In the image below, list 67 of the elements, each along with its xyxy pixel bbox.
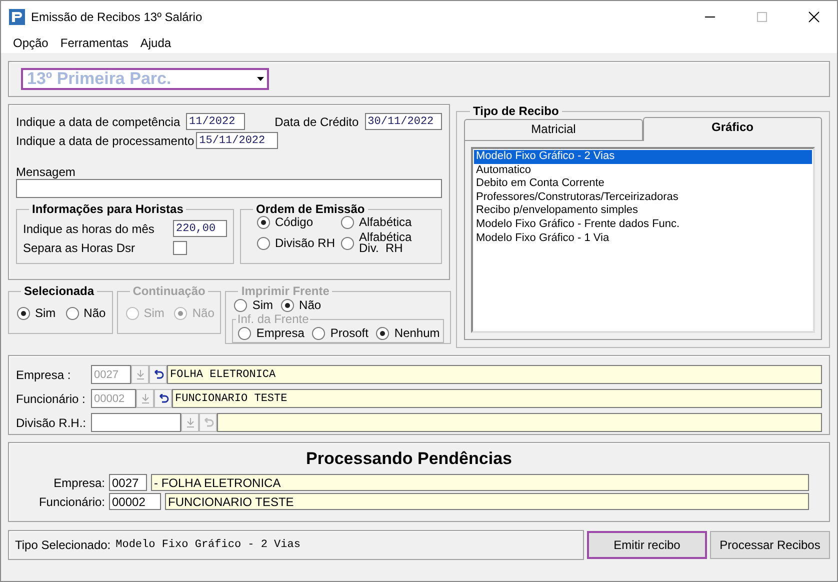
- field-label: Funcionário:: [38, 494, 105, 508]
- tab[interactable]: Gráfico: [643, 117, 822, 141]
- undo-arrow-icon: [202, 418, 214, 428]
- field-label: Indique as horas do mês: [23, 222, 156, 236]
- name-field: - FOLHA ELETRONICA: [151, 474, 809, 491]
- menu-item[interactable]: Ajuda: [140, 36, 172, 50]
- group-title: Continuação: [132, 284, 206, 298]
- field-label: Empresa:: [52, 476, 105, 490]
- name-field[interactable]: FOLHA ELETRONICA: [167, 365, 822, 384]
- action-button[interactable]: Emitir recibo: [587, 531, 707, 559]
- window-title: Emissão de Recibos 13º Salário: [31, 10, 202, 24]
- dropdown-arrow-icon[interactable]: [257, 77, 264, 81]
- field-label: Empresa :: [16, 368, 72, 382]
- group-title: Inf. da Frente: [236, 312, 310, 326]
- field-label: Data de Crédito: [274, 114, 359, 128]
- field-label: Funcionário :: [16, 392, 86, 406]
- code-field: 0027: [109, 474, 147, 491]
- field-label: Mensagem: [16, 165, 76, 179]
- group-title: Selecionada: [23, 284, 96, 298]
- list-item[interactable]: Modelo Fixo Gráfico - 2 Vias: [474, 150, 812, 164]
- radio-option[interactable]: Divisão RH: [257, 236, 341, 250]
- field-label: Separa as Horas Dsr: [23, 241, 136, 255]
- undo-button[interactable]: [149, 365, 167, 384]
- code-field[interactable]: [91, 413, 181, 432]
- list-item[interactable]: Automatico: [474, 164, 812, 178]
- checkbox[interactable]: [173, 241, 187, 255]
- radio-option[interactable]: Não: [66, 306, 106, 320]
- status-value: Modelo Fixo Gráfico - 2 Vias: [116, 539, 300, 551]
- list-item[interactable]: Modelo Fixo Gráfico - Frente dados Func.: [474, 218, 812, 232]
- undo-button[interactable]: [154, 389, 172, 408]
- status-label: Tipo Selecionado:: [15, 538, 111, 552]
- app-logo-icon: [9, 9, 25, 25]
- name-field[interactable]: FUNCIONARIO TESTE: [172, 389, 822, 408]
- date-field[interactable]: 11/2022: [186, 113, 245, 130]
- list-item[interactable]: Professores/Construtoras/Terceirizadoras: [474, 190, 812, 204]
- section-title: Processando Pendências: [306, 449, 512, 469]
- list-item[interactable]: Recibo p/envelopamento simples: [474, 204, 812, 218]
- action-button[interactable]: Processar Recibos: [710, 531, 830, 559]
- field-label: Indique a data de processamento: [16, 134, 194, 148]
- radio-option[interactable]: Código: [257, 216, 341, 229]
- field-label: Indique a data de competência: [16, 114, 182, 128]
- download-arrow-icon: [186, 418, 194, 428]
- download-arrow-icon: [140, 394, 150, 404]
- undo-arrow-icon: [152, 370, 164, 380]
- radio-option[interactable]: Alfabética: [341, 216, 431, 229]
- menu-item[interactable]: Opção: [13, 36, 48, 50]
- date-field[interactable]: 15/11/2022: [196, 132, 278, 149]
- name-field[interactable]: [217, 413, 822, 432]
- name-field: FUNCIONARIO TESTE: [165, 493, 809, 510]
- message-field[interactable]: [16, 179, 442, 198]
- group-title: Ordem de Emissão: [255, 202, 366, 216]
- code-field: 00002: [109, 493, 161, 510]
- close-icon[interactable]: [808, 11, 820, 23]
- list-item[interactable]: Debito em Conta Corrente: [474, 177, 812, 191]
- group-title: Tipo de Recibo: [472, 104, 560, 118]
- tab[interactable]: Matricial: [464, 119, 643, 140]
- undo-arrow-icon: [158, 394, 168, 404]
- group-title: Informações para Horistas: [31, 202, 184, 216]
- field-label: Divisão R.H.:: [16, 416, 88, 430]
- radio-option[interactable]: Alfabética Div. RH: [341, 232, 431, 254]
- hours-field[interactable]: 220,00: [173, 220, 227, 237]
- radio-option[interactable]: Sim: [17, 306, 56, 320]
- group-title: Imprimir Frente: [240, 284, 330, 298]
- menu-item[interactable]: Ferramentas: [60, 36, 128, 50]
- download-arrow-icon: [136, 370, 144, 380]
- date-field[interactable]: 30/11/2022: [364, 113, 442, 130]
- list-item[interactable]: Modelo Fixo Gráfico - 1 Via: [474, 232, 812, 246]
